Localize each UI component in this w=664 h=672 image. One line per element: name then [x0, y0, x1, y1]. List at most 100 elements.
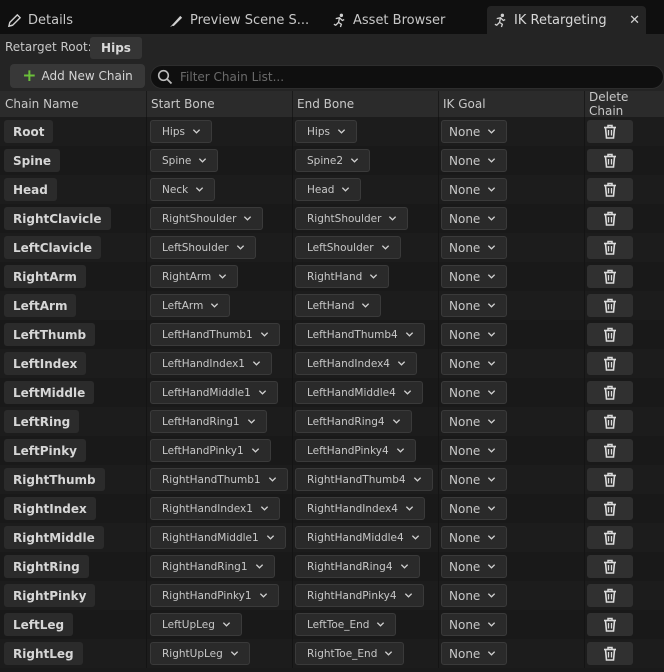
ik-goal-dropdown[interactable]: None — [441, 584, 508, 607]
ik-goal-dropdown[interactable]: None — [441, 497, 508, 520]
start-bone-dropdown[interactable]: LeftHandThumb1 — [150, 323, 280, 346]
retarget-root-value[interactable]: Hips — [90, 37, 142, 59]
ik-goal-dropdown[interactable]: None — [441, 294, 508, 317]
delete-chain-button[interactable] — [587, 584, 633, 607]
ik-goal-dropdown[interactable]: None — [441, 555, 508, 578]
chain-name-field[interactable]: LeftClavicle — [4, 236, 102, 259]
chain-name-field[interactable]: RightClavicle — [4, 207, 111, 230]
ik-goal-dropdown[interactable]: None — [441, 410, 508, 433]
ik-goal-dropdown[interactable]: None — [441, 178, 508, 201]
chain-name-field[interactable]: LeftArm — [4, 294, 77, 317]
chain-name-field[interactable]: LeftThumb — [4, 323, 96, 346]
start-bone-dropdown[interactable]: Neck — [150, 178, 216, 201]
delete-chain-button[interactable] — [587, 265, 633, 288]
ik-goal-dropdown[interactable]: None — [441, 613, 508, 636]
delete-chain-button[interactable] — [587, 555, 633, 578]
chain-name-field[interactable]: RightIndex — [4, 497, 96, 520]
end-bone-dropdown[interactable]: LeftHandIndex4 — [295, 352, 417, 375]
add-new-chain-button[interactable]: + Add New Chain — [10, 64, 145, 88]
end-bone-dropdown[interactable]: LeftShoulder — [295, 236, 401, 259]
ik-goal-dropdown[interactable]: None — [441, 526, 508, 549]
end-bone-dropdown[interactable]: LeftHand — [295, 294, 382, 317]
delete-chain-button[interactable] — [587, 497, 633, 520]
start-bone-dropdown[interactable]: LeftHandRing1 — [150, 410, 267, 433]
delete-chain-button[interactable] — [587, 613, 633, 636]
chain-name-field[interactable]: Root — [4, 120, 54, 143]
start-bone-dropdown[interactable]: LeftHandIndex1 — [150, 352, 272, 375]
chain-name-field[interactable]: RightArm — [4, 265, 86, 288]
start-bone-dropdown[interactable]: RightHandRing1 — [150, 555, 275, 578]
end-bone-dropdown[interactable]: RightHandThumb4 — [295, 468, 433, 491]
chain-name-field[interactable]: RightRing — [4, 555, 89, 578]
ik-goal-dropdown[interactable]: None — [441, 149, 508, 172]
delete-chain-button[interactable] — [587, 526, 633, 549]
column-header-ik-goal[interactable]: IK Goal — [438, 91, 486, 117]
ik-goal-dropdown[interactable]: None — [441, 120, 508, 143]
end-bone-dropdown[interactable]: LeftHandMiddle4 — [295, 381, 423, 404]
chain-name-field[interactable]: LeftPinky — [4, 439, 86, 462]
end-bone-dropdown[interactable]: RightToe_End — [295, 642, 405, 665]
filter-chain-input[interactable] — [180, 70, 640, 84]
start-bone-dropdown[interactable]: RightUpLeg — [150, 642, 250, 665]
delete-chain-button[interactable] — [587, 468, 633, 491]
start-bone-dropdown[interactable]: LeftUpLeg — [150, 613, 242, 636]
chain-name-field[interactable]: LeftMiddle — [4, 381, 95, 404]
start-bone-dropdown[interactable]: RightHandIndex1 — [150, 497, 280, 520]
end-bone-dropdown[interactable]: Head — [295, 178, 362, 201]
end-bone-dropdown[interactable]: Spine2 — [295, 149, 371, 172]
delete-chain-button[interactable] — [587, 294, 633, 317]
column-header-start-bone[interactable]: Start Bone — [146, 91, 215, 117]
end-bone-dropdown[interactable]: RightHandIndex4 — [295, 497, 425, 520]
end-bone-dropdown[interactable]: LeftHandThumb4 — [295, 323, 425, 346]
tab-preview-scene[interactable]: Preview Scene S... — [166, 6, 326, 34]
start-bone-dropdown[interactable]: RightHandMiddle1 — [150, 526, 286, 549]
delete-chain-button[interactable] — [587, 236, 633, 259]
start-bone-dropdown[interactable]: RightShoulder — [150, 207, 264, 230]
delete-chain-button[interactable] — [587, 410, 633, 433]
end-bone-dropdown[interactable]: RightHandMiddle4 — [295, 526, 431, 549]
start-bone-dropdown[interactable]: RightHandPinky1 — [150, 584, 279, 607]
start-bone-dropdown[interactable]: Spine — [150, 149, 219, 172]
end-bone-dropdown[interactable]: RightHand — [295, 265, 390, 288]
tab-asset-browser[interactable]: Asset Browser — [329, 6, 479, 34]
chain-name-field[interactable]: Spine — [4, 149, 61, 172]
start-bone-dropdown[interactable]: RightArm — [150, 265, 239, 288]
start-bone-dropdown[interactable]: RightHandThumb1 — [150, 468, 288, 491]
end-bone-dropdown[interactable]: RightHandPinky4 — [295, 584, 424, 607]
ik-goal-dropdown[interactable]: None — [441, 323, 508, 346]
chain-name-field[interactable]: RightThumb — [4, 468, 105, 491]
delete-chain-button[interactable] — [587, 352, 633, 375]
ik-goal-dropdown[interactable]: None — [441, 642, 508, 665]
delete-chain-button[interactable] — [587, 149, 633, 172]
delete-chain-button[interactable] — [587, 642, 633, 665]
chain-name-field[interactable]: LeftIndex — [4, 352, 87, 375]
start-bone-dropdown[interactable]: LeftArm — [150, 294, 231, 317]
ik-goal-dropdown[interactable]: None — [441, 207, 508, 230]
ik-goal-dropdown[interactable]: None — [441, 439, 508, 462]
ik-goal-dropdown[interactable]: None — [441, 236, 508, 259]
chain-name-field[interactable]: RightMiddle — [4, 526, 104, 549]
chain-name-field[interactable]: LeftRing — [4, 410, 80, 433]
ik-goal-dropdown[interactable]: None — [441, 468, 508, 491]
column-header-delete-chain[interactable]: Delete Chain — [584, 90, 664, 118]
close-icon[interactable]: ✕ — [629, 13, 640, 28]
end-bone-dropdown[interactable]: LeftToe_End — [295, 613, 397, 636]
delete-chain-button[interactable] — [587, 120, 633, 143]
end-bone-dropdown[interactable]: LeftHandRing4 — [295, 410, 412, 433]
column-header-end-bone[interactable]: End Bone — [292, 91, 354, 117]
ik-goal-dropdown[interactable]: None — [441, 265, 508, 288]
chain-name-field[interactable]: RightPinky — [4, 584, 96, 607]
end-bone-dropdown[interactable]: RightShoulder — [295, 207, 409, 230]
start-bone-dropdown[interactable]: LeftShoulder — [150, 236, 256, 259]
delete-chain-button[interactable] — [587, 178, 633, 201]
tab-details[interactable]: Details — [4, 6, 154, 34]
delete-chain-button[interactable] — [587, 381, 633, 404]
start-bone-dropdown[interactable]: LeftHandPinky1 — [150, 439, 271, 462]
ik-goal-dropdown[interactable]: None — [441, 381, 508, 404]
tab-ik-retargeting[interactable]: IK Retargeting — [487, 6, 646, 34]
start-bone-dropdown[interactable]: LeftHandMiddle1 — [150, 381, 278, 404]
chain-name-field[interactable]: Head — [4, 178, 57, 201]
chain-name-field[interactable]: RightLeg — [4, 642, 83, 665]
start-bone-dropdown[interactable]: Hips — [150, 120, 212, 143]
end-bone-dropdown[interactable]: LeftHandPinky4 — [295, 439, 416, 462]
